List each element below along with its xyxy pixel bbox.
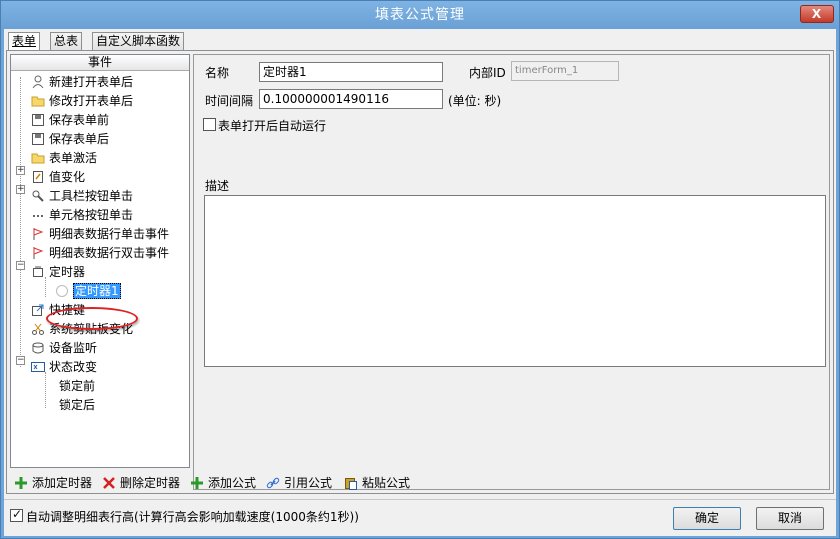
close-button[interactable]: X bbox=[800, 5, 834, 23]
clock-icon bbox=[55, 284, 69, 298]
delete-timer-button[interactable]: 删除定时器 bbox=[102, 473, 180, 493]
tree-item-form-activate[interactable]: 表单激活 bbox=[31, 149, 97, 168]
expand-toggle-value-change[interactable]: + bbox=[16, 166, 25, 175]
name-label: 名称 bbox=[205, 66, 230, 80]
tree-item-timer-1[interactable]: 定时器1 bbox=[55, 282, 121, 301]
edit-doc-icon bbox=[31, 170, 45, 184]
dialog-footer: 自动调整明细表行高(计算行高会影响加载速度(1000条约1秒)) 确定 取消 bbox=[4, 499, 836, 536]
add-timer-button[interactable]: 添加定时器 bbox=[14, 473, 92, 493]
tree-item-detail-row-click[interactable]: 明细表数据行单击事件 bbox=[31, 225, 169, 244]
formula-manager-window: 填表公式管理 X 表单 总表 自定义脚本函数 事件 + + − − 新建打开表单… bbox=[0, 0, 840, 539]
save-icon bbox=[31, 132, 45, 146]
interval-input[interactable]: 0.100000001490116 bbox=[259, 89, 443, 109]
tree-item-toolbar-click[interactable]: 工具栏按钮单击 bbox=[31, 187, 133, 206]
state-icon bbox=[31, 360, 45, 374]
user-icon bbox=[31, 75, 45, 89]
timer-icon bbox=[31, 265, 45, 279]
paste-formula-button[interactable]: 粘贴公式 bbox=[344, 473, 410, 493]
save-icon bbox=[31, 113, 45, 127]
name-input[interactable]: 定时器1 bbox=[259, 62, 443, 82]
folder-icon bbox=[31, 94, 45, 108]
tree-item-device-listen[interactable]: 设备监听 bbox=[31, 339, 97, 358]
flag-icon bbox=[31, 246, 45, 260]
collapse-toggle-state[interactable]: − bbox=[16, 356, 25, 365]
device-icon bbox=[31, 341, 45, 355]
link-icon bbox=[266, 476, 280, 490]
tree-item-after-lock[interactable]: 锁定后 bbox=[59, 396, 95, 415]
shortcut-icon bbox=[31, 303, 45, 317]
tree-item-before-save[interactable]: 保存表单前 bbox=[31, 111, 109, 130]
tools-icon bbox=[31, 189, 45, 203]
expand-toggle-toolbar[interactable]: + bbox=[16, 185, 25, 194]
scissors-icon bbox=[31, 322, 45, 336]
dots-icon bbox=[31, 208, 45, 222]
tab-summary[interactable]: 总表 bbox=[50, 32, 83, 51]
description-label: 描述 bbox=[205, 179, 230, 193]
tab-form[interactable]: 表单 bbox=[8, 32, 41, 52]
cancel-button[interactable]: 取消 bbox=[756, 507, 824, 530]
flag-icon bbox=[31, 227, 45, 241]
tab-panel: 事件 + + − − 新建打开表单后 修改打开表单后 保存表单前 保存表单后 表… bbox=[6, 50, 834, 494]
tree-item-new-open[interactable]: 新建打开表单后 bbox=[31, 73, 133, 92]
highlight-annotation bbox=[46, 307, 138, 330]
plus-icon bbox=[190, 476, 204, 490]
tab-custom-script[interactable]: 自定义脚本函数 bbox=[92, 32, 185, 51]
tree-item-state-change[interactable]: 状态改变 bbox=[31, 358, 97, 377]
autorun-label[interactable]: 表单打开后自动运行 bbox=[218, 117, 326, 134]
tree-item-before-lock[interactable]: 锁定前 bbox=[59, 377, 95, 396]
folder-icon bbox=[31, 151, 45, 165]
tree-item-timer[interactable]: 定时器 bbox=[31, 263, 85, 282]
add-formula-button[interactable]: 添加公式 bbox=[190, 473, 256, 493]
collapse-toggle-timer[interactable]: − bbox=[16, 261, 25, 270]
interval-label: 时间间隔 bbox=[205, 94, 254, 108]
window-title: 填表公式管理 bbox=[375, 7, 465, 23]
description-textarea[interactable] bbox=[204, 195, 826, 367]
tree-header: 事件 bbox=[11, 55, 189, 71]
internal-id-label: 内部ID bbox=[469, 66, 506, 80]
internal-id-input: timerForm_1 bbox=[511, 61, 619, 81]
tree-item-cell-button-click[interactable]: 单元格按钮单击 bbox=[31, 206, 133, 225]
autorun-checkbox[interactable] bbox=[203, 118, 216, 131]
tree-item-value-change[interactable]: 值变化 bbox=[31, 168, 85, 187]
auto-row-height-label[interactable]: 自动调整明细表行高(计算行高会影响加载速度(1000条约1秒)) bbox=[26, 508, 359, 525]
tree-item-detail-row-dblclick[interactable]: 明细表数据行双击事件 bbox=[31, 244, 169, 263]
paste-icon bbox=[344, 476, 358, 490]
timer-properties-panel: 名称 定时器1 内部ID timerForm_1 时间间隔 0.10000000… bbox=[193, 54, 830, 490]
auto-row-height-checkbox[interactable] bbox=[10, 507, 23, 522]
ok-button[interactable]: 确定 bbox=[673, 507, 741, 530]
tree-item-modify-open[interactable]: 修改打开表单后 bbox=[31, 92, 133, 111]
title-bar[interactable]: 填表公式管理 X bbox=[1, 1, 839, 29]
plus-icon bbox=[14, 476, 28, 490]
client-area: 表单 总表 自定义脚本函数 事件 + + − − 新建打开表单后 修改打开表单后… bbox=[4, 29, 836, 536]
interval-unit: (单位: 秒) bbox=[448, 94, 502, 108]
tree-item-after-save[interactable]: 保存表单后 bbox=[31, 130, 109, 149]
delete-x-icon bbox=[102, 476, 116, 490]
event-tree[interactable]: 事件 + + − − 新建打开表单后 修改打开表单后 保存表单前 保存表单后 表… bbox=[10, 54, 190, 468]
reference-formula-button[interactable]: 引用公式 bbox=[266, 473, 332, 493]
